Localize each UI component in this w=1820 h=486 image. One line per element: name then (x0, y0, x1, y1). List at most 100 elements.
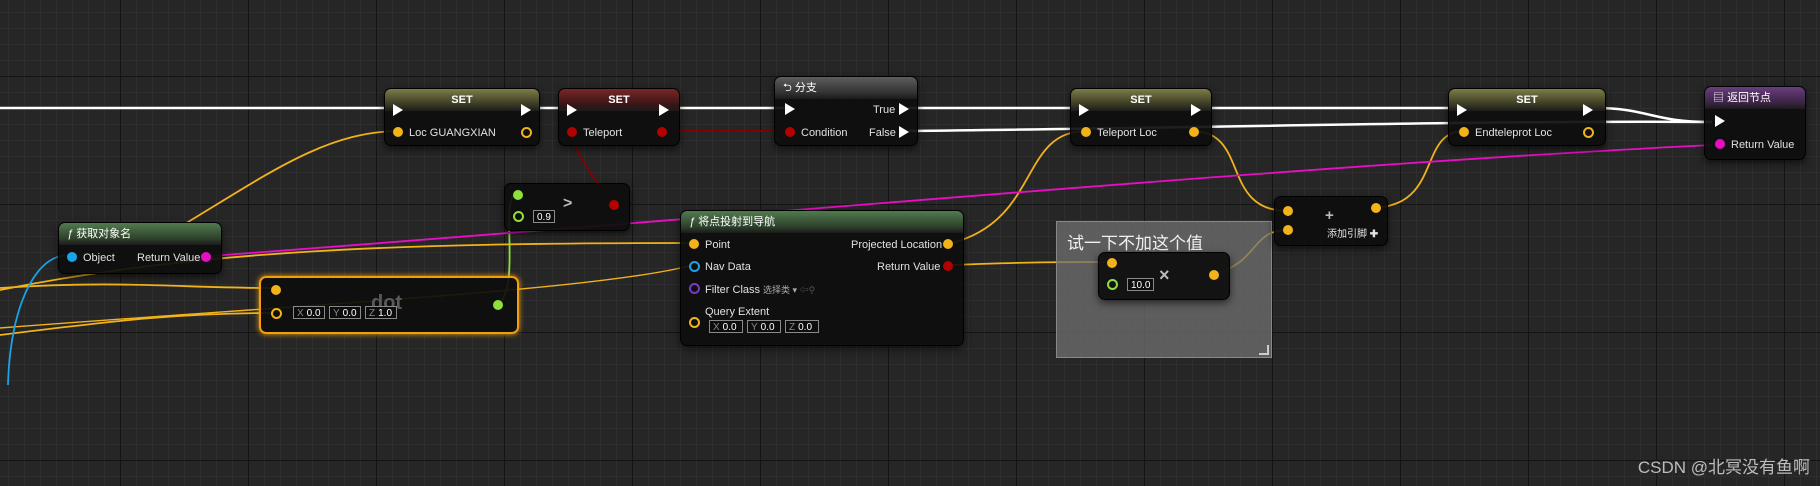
set-loc-header: SET (385, 89, 539, 111)
teleport-loc-output-pin[interactable] (1189, 127, 1199, 137)
teleport-label: Teleport (583, 127, 623, 139)
project-nav-title: 将点投射到导航 (698, 216, 776, 228)
teleport-loc-input-pin[interactable] (1081, 127, 1091, 137)
exec-in-pin[interactable] (785, 103, 795, 115)
object-input-pin[interactable] (67, 252, 77, 262)
object-wire-object (7, 254, 72, 386)
add-node[interactable]: + 添加引脚 ✚ (1274, 196, 1388, 246)
z-axis-label: Z (789, 322, 796, 333)
set-teleport-node[interactable]: SET Teleport (558, 88, 680, 146)
exec-out-pin[interactable] (521, 104, 531, 116)
blueprint-graph-canvas[interactable]: 试一下不加这个值 SET Loc GUANGXIAN SET Teleport … (0, 0, 1820, 486)
true-exec-pin[interactable] (899, 103, 909, 115)
add-operator: + (1325, 207, 1334, 224)
return-node[interactable]: ▤ 返回节点 Return Value (1704, 86, 1806, 160)
filter-class-value: 选择类 (763, 285, 791, 295)
arrow-left-icon: ⇦ (797, 285, 809, 295)
projected-location-pin[interactable] (943, 239, 953, 249)
add-pin-button[interactable]: 添加引脚 ✚ (1327, 229, 1378, 241)
a-input-pin[interactable] (513, 190, 523, 200)
watermark: CSDN @北冥没有鱼啊 (1637, 458, 1810, 477)
vector-wire-dot-b (0, 312, 275, 336)
exec-in-pin[interactable] (393, 104, 403, 116)
multiply-node[interactable]: 10.0 × (1098, 252, 1230, 300)
set-endteleport-loc-node[interactable]: SET Endteleprot Loc (1448, 88, 1606, 146)
b-input-pin[interactable] (271, 308, 282, 319)
set-endteleport-header: SET (1449, 89, 1605, 111)
return-title: 返回节点 (1727, 92, 1772, 104)
loc-input-pin[interactable] (393, 127, 403, 137)
endteleport-input-pin[interactable] (1459, 127, 1469, 137)
greater-node[interactable]: 0.9 > (504, 183, 630, 231)
exec-out-pin[interactable] (1191, 104, 1201, 116)
b-input-pin[interactable] (1107, 279, 1118, 290)
function-icon: ƒ (689, 216, 696, 228)
filter-class-dropdown[interactable]: 选择类 ▾ ⇦⚲ (763, 284, 815, 296)
nav-data-label: Nav Data (705, 261, 751, 273)
b-value-field[interactable]: 0.9 (533, 210, 555, 223)
b-input-pin[interactable] (1283, 225, 1293, 235)
return-value-label: Return Value (877, 261, 941, 273)
teleport-output-pin[interactable] (657, 127, 667, 137)
z-field[interactable]: Z 1.0 (365, 306, 397, 319)
z-axis-label: Z (369, 308, 376, 319)
b-input-pin[interactable] (513, 211, 524, 222)
loc-output-pin[interactable] (521, 127, 532, 138)
get-object-name-node[interactable]: ƒ 获取对象名 Object Return Value (58, 222, 222, 274)
set-teleport-loc-node[interactable]: SET Teleport Loc (1070, 88, 1212, 146)
a-input-pin[interactable] (271, 285, 281, 295)
true-label: True (873, 104, 896, 116)
plus-icon: ✚ (1367, 229, 1379, 240)
return-value-pin[interactable] (943, 261, 953, 271)
comment-text: 试一下不加这个值 (1067, 234, 1203, 253)
nav-data-pin[interactable] (689, 261, 700, 272)
exec-out-pin[interactable] (659, 104, 669, 116)
vector-wire-dot-a (0, 283, 275, 289)
filter-class-pin[interactable] (689, 283, 700, 294)
b-value-field[interactable]: 10.0 (1127, 278, 1155, 291)
exec-in-pin[interactable] (1079, 104, 1089, 116)
point-input-pin[interactable] (689, 239, 699, 249)
result-output-pin[interactable] (1209, 270, 1219, 280)
set-loc-node[interactable]: SET Loc GUANGXIAN (384, 88, 540, 146)
branch-node[interactable]: ⮌ 分支 True Condition False (774, 76, 918, 146)
return-value-pin[interactable] (201, 252, 211, 262)
chevron-down-icon: ▾ (790, 285, 798, 295)
project-nav-header: ƒ 将点投射到导航 (681, 211, 963, 233)
endteleport-output-pin[interactable] (1583, 127, 1594, 138)
set-teleport-loc-header: SET (1071, 89, 1211, 111)
result-output-pin[interactable] (609, 200, 619, 210)
dot-product-node[interactable]: dot X 0.0 Y 0.0 Z 1.0 (259, 276, 519, 334)
y-field[interactable]: Y 0.0 (747, 320, 781, 333)
return-node-icon: ▤ (1713, 92, 1728, 104)
exec-in-pin[interactable] (1457, 104, 1467, 116)
y-value: 0.0 (342, 308, 357, 319)
projected-location-label: Projected Location (851, 239, 943, 251)
z-value: 1.0 (378, 308, 393, 319)
teleport-input-pin[interactable] (567, 127, 577, 137)
query-extent-pin[interactable] (689, 317, 700, 328)
condition-pin[interactable] (785, 127, 795, 137)
result-output-pin[interactable] (493, 300, 503, 310)
branch-title: 分支 (794, 82, 817, 94)
false-exec-pin[interactable] (899, 126, 909, 138)
add-pin-label: 添加引脚 (1327, 229, 1367, 240)
exec-out-pin[interactable] (1583, 104, 1593, 116)
y-field[interactable]: Y 0.0 (329, 306, 361, 319)
teleport-loc-label: Teleport Loc (1097, 127, 1157, 139)
a-input-pin[interactable] (1107, 258, 1117, 268)
comment-resize-handle[interactable] (1259, 345, 1269, 355)
x-field[interactable]: X 0.0 (709, 320, 743, 333)
z-field[interactable]: Z 0.0 (785, 320, 819, 333)
project-point-to-navigation-node[interactable]: ƒ 将点投射到导航 Point Projected Location Nav D… (680, 210, 964, 346)
exec-in-pin[interactable] (1715, 115, 1725, 127)
return-value-pin[interactable] (1715, 139, 1725, 149)
multiply-operator: × (1159, 265, 1170, 285)
a-input-pin[interactable] (1283, 206, 1293, 216)
x-field[interactable]: X 0.0 (293, 306, 325, 319)
loc-label: Loc GUANGXIAN (409, 127, 496, 139)
z-value: 0.0 (798, 322, 813, 333)
result-output-pin[interactable] (1371, 203, 1381, 213)
exec-in-pin[interactable] (567, 104, 577, 116)
x-axis-label: X (297, 308, 304, 319)
